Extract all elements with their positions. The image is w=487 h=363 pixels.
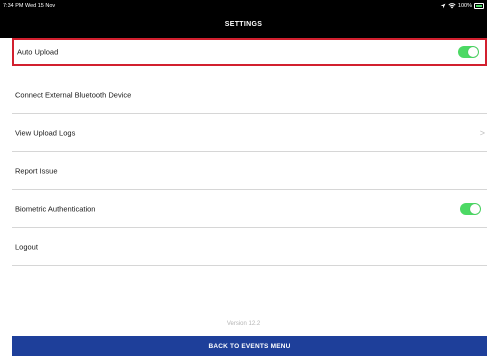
auto-upload-toggle[interactable]: [458, 46, 479, 58]
app-version: Version 12.2: [226, 321, 261, 327]
status-time: 7:34 PM Wed 15 Nov: [3, 3, 56, 9]
chevron-right-icon: >: [479, 127, 485, 138]
setting-row-logout[interactable]: Logout: [12, 228, 487, 266]
setting-label: Biometric Authentication: [15, 204, 96, 213]
setting-row-auto-upload[interactable]: Auto Upload: [12, 38, 487, 66]
setting-row-connect-bluetooth[interactable]: Connect External Bluetooth Device: [12, 76, 487, 114]
setting-label: Connect External Bluetooth Device: [15, 90, 132, 99]
setting-label: Report Issue: [15, 166, 58, 175]
toggle-knob: [468, 47, 478, 57]
setting-row-view-upload-logs[interactable]: View Upload Logs >: [12, 114, 487, 152]
setting-row-biometric-auth[interactable]: Biometric Authentication: [12, 190, 487, 228]
wifi-icon: [448, 3, 456, 9]
top-bar: 7:34 PM Wed 15 Nov 100% SETTINGS: [0, 0, 487, 38]
battery-icon: [474, 3, 484, 9]
setting-label: Logout: [15, 242, 38, 251]
battery-percent: 100%: [457, 3, 472, 9]
back-to-events-button[interactable]: BACK TO EVENTS MENU: [12, 336, 487, 356]
setting-label: View Upload Logs: [15, 128, 76, 137]
page-title: SETTINGS: [224, 21, 263, 28]
biometric-toggle[interactable]: [460, 202, 481, 215]
setting-label: Auto Upload: [17, 47, 59, 57]
status-indicators: 100%: [440, 2, 484, 10]
location-arrow-icon: [440, 3, 446, 9]
toggle-knob: [470, 203, 480, 214]
setting-row-report-issue[interactable]: Report Issue: [12, 152, 487, 190]
